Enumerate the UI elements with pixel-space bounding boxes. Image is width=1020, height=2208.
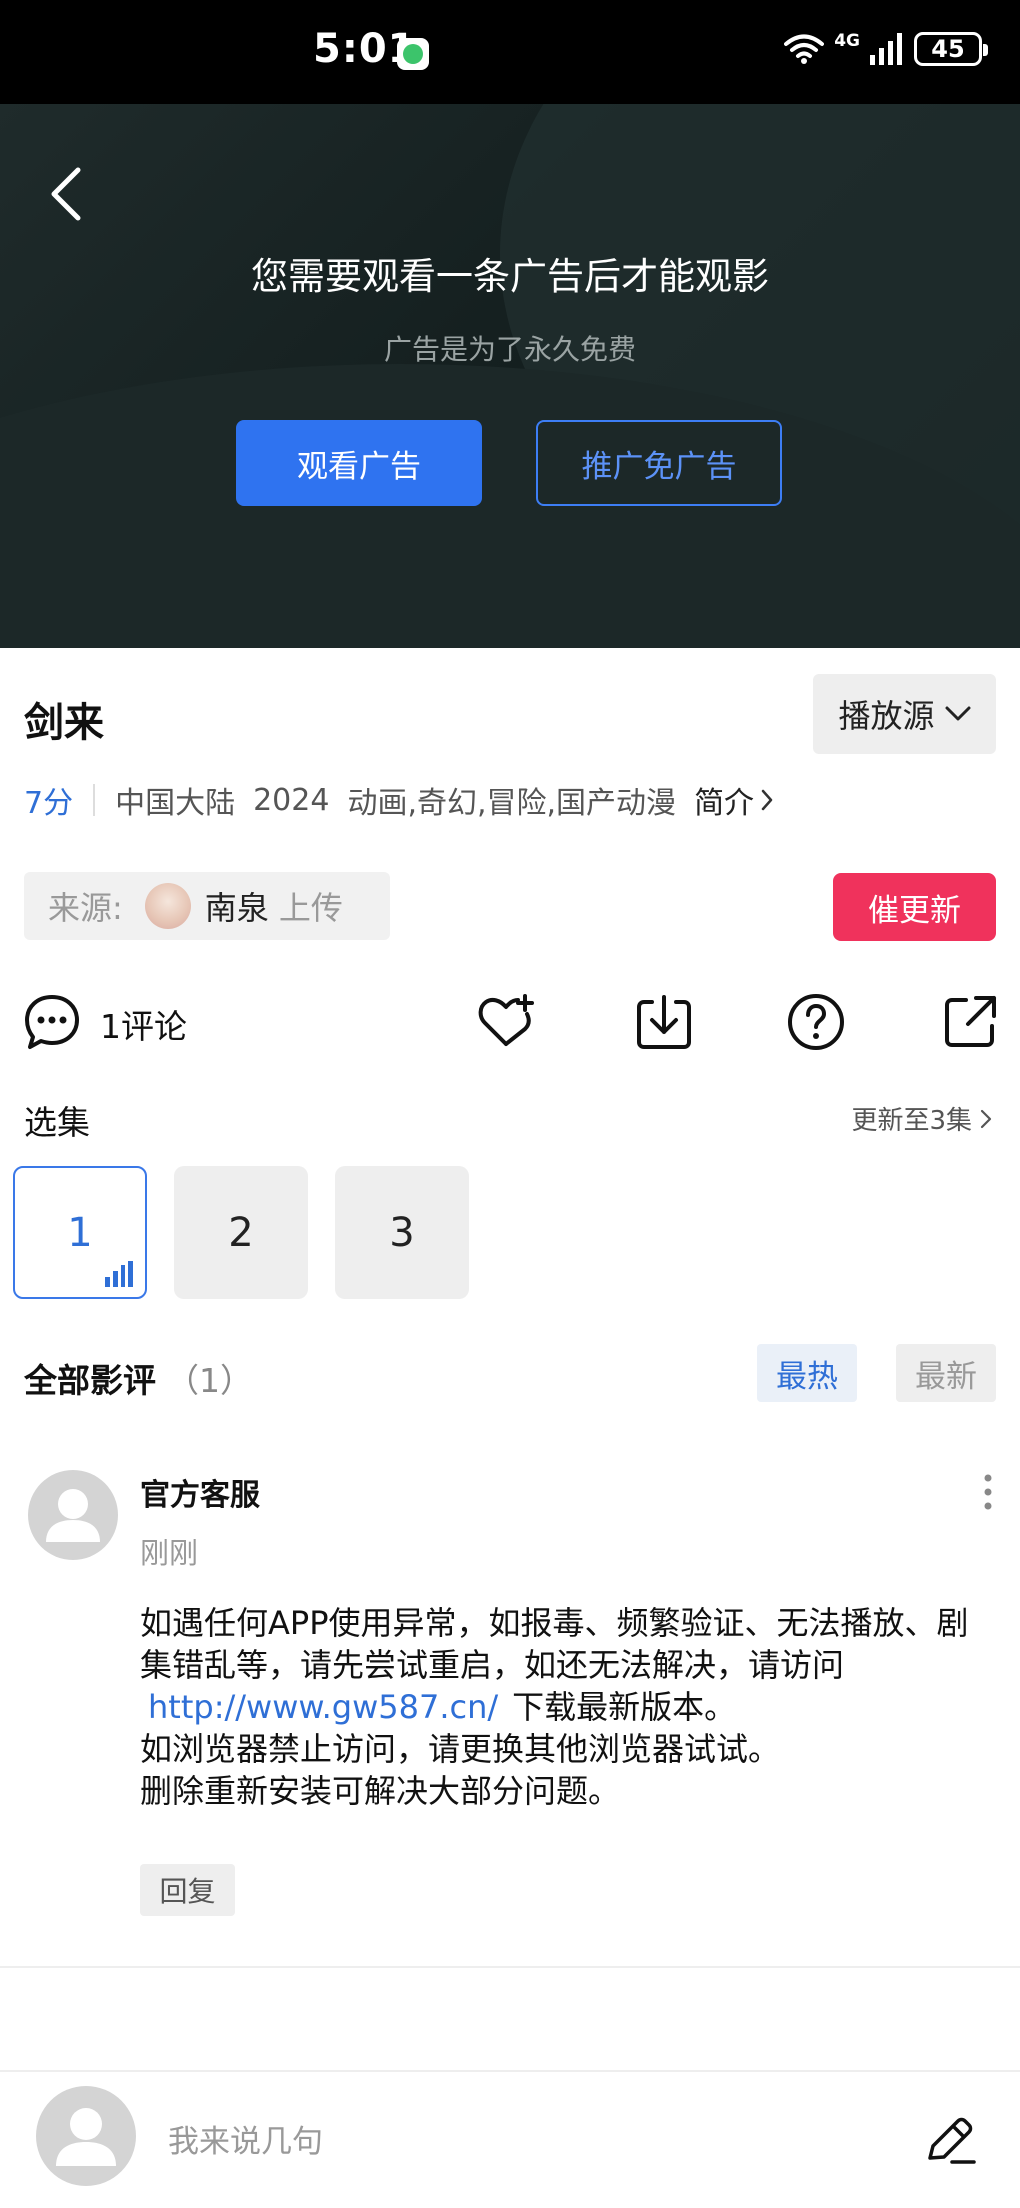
review-body-line: 如遇任何APP使用异常，如报毒、频繁验证、无法播放、剧集错乱等，请先尝试重启，如… [140, 1604, 969, 1684]
review-body-line: 如浏览器禁止访问，请更换其他浏览器试试。 [140, 1730, 781, 1768]
default-user-icon [56, 2108, 116, 2166]
sort-hot-tab[interactable]: 最热 [757, 1344, 857, 1402]
edit-icon[interactable] [922, 2112, 978, 2168]
ad-subtitle: 广告是为了永久免费 [383, 333, 636, 366]
show-title: 剑来 [24, 700, 104, 746]
help-icon[interactable] [786, 992, 846, 1052]
comment-input[interactable]: 我来说几句 [168, 2116, 323, 2161]
review-body-line: http://www.gw587.cn/下载最新版本。 [140, 1686, 980, 1728]
chevron-right-icon [761, 789, 773, 811]
review-body-line: 删除重新安装可解决大部分问题。 [140, 1772, 621, 1810]
download-icon[interactable] [634, 992, 694, 1052]
favorite-add-icon[interactable] [476, 992, 536, 1052]
play-source-label: 播放源 [838, 697, 935, 735]
status-indicators: 4G 45 [784, 31, 988, 66]
reply-button[interactable]: 回复 [140, 1864, 235, 1916]
review-author: 官方客服 [140, 1478, 260, 1513]
region: 中国大陆 [115, 786, 236, 821]
request-update-button[interactable]: 催更新 [833, 873, 996, 941]
uploader-avatar [144, 883, 191, 929]
network-type: 4G [834, 31, 860, 51]
review-time: 刚刚 [140, 1536, 199, 1570]
divider [93, 784, 96, 816]
episode-1-button[interactable]: 1 [13, 1166, 147, 1299]
chevron-right-icon [980, 1109, 992, 1128]
back-arrow-icon[interactable] [40, 154, 100, 234]
ad-title: 您需要观看一条广告后才能观影 [251, 255, 769, 298]
uploader-name: 南泉 [204, 889, 269, 927]
uploader-info[interactable]: 来源: 南泉 上传 [24, 872, 390, 940]
watch-ad-button[interactable]: 观看广告 [236, 420, 482, 506]
share-icon[interactable] [940, 992, 1000, 1052]
episode-3-button[interactable]: 3 [335, 1166, 469, 1299]
more-vertical-icon[interactable] [978, 1472, 998, 1512]
episode-2-button[interactable]: 2 [174, 1166, 308, 1299]
episode-label: 2 [228, 1209, 254, 1256]
reviewer-avatar[interactable] [28, 1470, 118, 1560]
intro-label: 简介 [694, 786, 755, 821]
sort-new-tab[interactable]: 最新 [896, 1344, 996, 1402]
episode-label: 1 [67, 1209, 93, 1256]
app-notification-icon [397, 38, 429, 70]
intro-link[interactable]: 简介 [694, 778, 774, 822]
reviews-title: 全部影评 （1） [24, 1354, 253, 1402]
promote-no-ads-button[interactable]: 推广免广告 [536, 420, 782, 506]
review-link[interactable]: http://www.gw587.cn/ [148, 1688, 498, 1726]
battery-indicator: 45 [914, 32, 988, 66]
comment-icon[interactable] [22, 992, 82, 1052]
episodes-label: 选集 [24, 1103, 90, 1142]
reviews-count: （1） [166, 1361, 253, 1400]
episode-label: 3 [389, 1209, 415, 1256]
source-label: 来源: [48, 889, 123, 927]
year: 2024 [253, 782, 330, 818]
action-bar: 1评论 [0, 986, 1020, 1058]
episodes-update-text: 更新至3集 [851, 1106, 972, 1136]
ad-player-panel: 您需要观看一条广告后才能观影 广告是为了永久免费 观看广告 推广免广告 [0, 104, 1020, 648]
wifi-icon [784, 34, 825, 64]
rating: 7分 [24, 786, 74, 821]
genres: 动画,奇幻,冒险,国产动漫 [347, 786, 677, 821]
review-body: 如遇任何APP使用异常，如报毒、频繁验证、无法播放、剧集错乱等，请先尝试重启，如… [140, 1602, 980, 1812]
signal-icon [870, 33, 902, 65]
status-bar: 5:01 4G 45 [0, 0, 1020, 104]
divider [0, 1966, 1020, 1968]
episodes-update-link[interactable]: 更新至3集 [851, 1100, 992, 1137]
show-meta: 7分 中国大陆 2024 动画,奇幻,冒险,国产动漫 简介 [24, 778, 774, 822]
play-source-button[interactable]: 播放源 [813, 674, 996, 754]
reviews-title-text: 全部影评 [24, 1361, 156, 1400]
default-user-icon [46, 1489, 100, 1542]
review-link-suffix: 下载最新版本。 [512, 1688, 737, 1726]
chevron-down-icon [945, 706, 970, 721]
current-user-avatar[interactable] [36, 2086, 136, 2186]
comment-bar: 我来说几句 [0, 2072, 1020, 2208]
uploader-suffix: 上传 [278, 889, 343, 927]
now-playing-icon [105, 1261, 133, 1287]
comment-count[interactable]: 1评论 [100, 1000, 187, 1048]
